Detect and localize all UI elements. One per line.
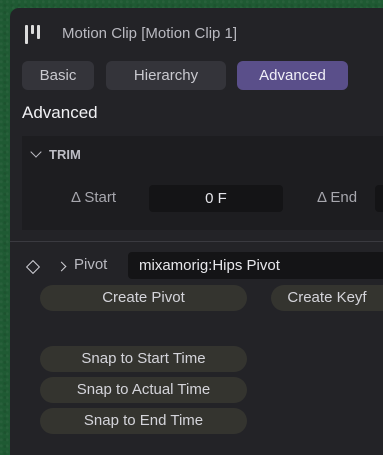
- title-bar: Motion Clip [Motion Clip 1]: [10, 8, 383, 54]
- delta-start-label: Δ Start: [71, 189, 117, 206]
- pivot-select[interactable]: mixamorig:Hips Pivot: [128, 252, 383, 279]
- keyframe-diamond-icon[interactable]: [25, 259, 41, 275]
- tab-advanced[interactable]: Advanced: [237, 61, 348, 90]
- chevron-down-icon: [30, 146, 42, 158]
- chevron-right-icon[interactable]: [56, 261, 67, 272]
- pivot-label: Pivot: [74, 256, 108, 273]
- snap-to-end-time-button[interactable]: Snap to End Time: [40, 408, 247, 434]
- delta-end-field[interactable]: [375, 185, 383, 212]
- delta-start-field[interactable]: 0 F: [149, 185, 283, 212]
- trim-header[interactable]: TRIM: [30, 146, 81, 162]
- snap-to-start-time-button[interactable]: Snap to Start Time: [40, 346, 247, 372]
- motion-clip-icon: [24, 25, 42, 44]
- tab-basic[interactable]: Basic: [22, 61, 94, 90]
- motion-clip-inspector-panel: Motion Clip [Motion Clip 1] Basic Hierar…: [10, 8, 383, 455]
- tab-hierarchy[interactable]: Hierarchy: [106, 61, 226, 90]
- create-pivot-button[interactable]: Create Pivot: [40, 285, 247, 311]
- create-keyframe-button[interactable]: Create Keyf: [271, 285, 383, 311]
- snap-to-actual-time-button[interactable]: Snap to Actual Time: [40, 377, 247, 403]
- trim-header-label: TRIM: [49, 147, 81, 162]
- delta-end-label: Δ End: [317, 189, 358, 206]
- section-title: Advanced: [22, 103, 98, 122]
- trim-group: TRIM Δ Start 0 F Δ End: [22, 136, 383, 230]
- section-divider: [10, 241, 383, 242]
- window-title: Motion Clip [Motion Clip 1]: [62, 25, 238, 42]
